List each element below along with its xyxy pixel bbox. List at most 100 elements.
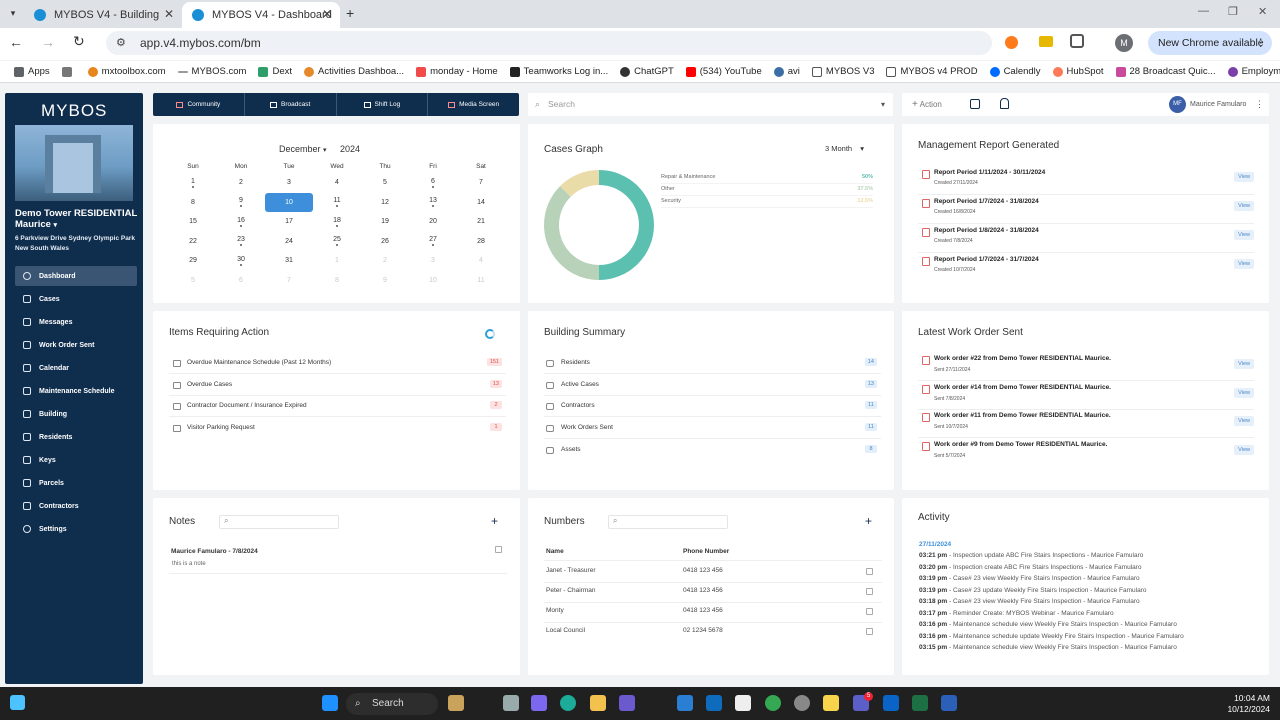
number-row[interactable]: Monty 0418 123 456 [544, 604, 882, 622]
outlook-icon[interactable] [706, 695, 722, 711]
view-work-order-button[interactable]: View [1234, 416, 1254, 427]
calendar-day[interactable]: 22 [169, 232, 217, 252]
calendar-day[interactable]: 8 [313, 271, 361, 291]
megaphone-icon[interactable] [970, 99, 980, 109]
new-chrome-available-button[interactable]: New Chrome available ⋮ [1148, 31, 1272, 55]
chrome-icon[interactable] [765, 695, 781, 711]
calendar-day[interactable]: 3 [409, 251, 457, 271]
word-icon[interactable] [941, 695, 957, 711]
bookmark-mybos-v3[interactable]: MYBOS V3 [811, 66, 874, 77]
bookmark-hubspot[interactable]: HubSpot [1052, 66, 1104, 77]
sidebar-item-work-order-sent[interactable]: Work Order Sent [15, 335, 137, 355]
work-order-row[interactable]: Work order #22 from Demo Tower RESIDENTI… [918, 355, 1254, 381]
calendar-day[interactable]: 28 [457, 232, 505, 252]
bookmark-mybos[interactable]: MYBOS.com [177, 66, 246, 77]
close-tab-icon[interactable]: ✕ [322, 7, 332, 21]
notepad-icon[interactable] [735, 695, 751, 711]
donut-slice-other[interactable] [544, 186, 599, 280]
calendar-day[interactable]: 7 [457, 173, 505, 193]
calendar-day[interactable]: 17 [265, 212, 313, 232]
user-menu-icon[interactable]: ⋮ [1255, 93, 1264, 116]
number-checkbox[interactable] [866, 568, 873, 575]
new-tab-icon[interactable]: + [346, 5, 354, 21]
taskbar-clock[interactable]: 10:04 AM 10/12/2024 [1206, 693, 1270, 715]
calendar-day[interactable]: 7 [265, 271, 313, 291]
sidebar-item-calendar[interactable]: Calendar [15, 358, 137, 378]
report-row[interactable]: Report Period 1/7/2024 - 31/7/2024 Create… [918, 255, 1254, 281]
tab-dashboard[interactable]: MYBOS V4 - Dashboard ✕ [182, 2, 340, 28]
bookmark-mxtoolbox[interactable]: mxtoolbox.com [87, 66, 166, 77]
extension-folder-icon[interactable] [1039, 36, 1053, 47]
back-icon[interactable]: ← [9, 34, 23, 50]
calendar-day[interactable]: 25 [313, 232, 361, 252]
bookmark-teamworks[interactable]: Teamworks Log in... [509, 66, 608, 77]
numbers-search-input[interactable]: ⌕ [608, 515, 728, 529]
calendar-day[interactable]: 21 [457, 212, 505, 232]
chevron-down-icon[interactable]: ▾ [881, 93, 885, 116]
number-checkbox[interactable] [866, 628, 873, 635]
action-button[interactable]: + Action [912, 93, 942, 116]
calendar-day[interactable]: 2 [217, 173, 265, 193]
bookmark-youtube[interactable]: (534) YouTube [685, 66, 762, 77]
calendar-day[interactable]: 20 [409, 212, 457, 232]
calendar-day[interactable]: 4 [457, 251, 505, 271]
calendar-day[interactable]: 10 [409, 271, 457, 291]
site-info-icon[interactable]: ⚙ [116, 31, 126, 55]
file-explorer-icon[interactable] [590, 695, 606, 711]
calendar-day[interactable]: 6 [409, 173, 457, 193]
calendar-day[interactable]: 18 [313, 212, 361, 232]
calendar-day[interactable]: 24 [265, 232, 313, 252]
topnav-media-screen[interactable]: Media Screen [428, 93, 519, 116]
sidebar-item-dashboard[interactable]: Dashboard [15, 266, 137, 286]
topnav-shift-log[interactable]: Shift Log [337, 93, 429, 116]
month-select[interactable]: December ▾ [279, 144, 327, 154]
user-name[interactable]: Maurice Famularo [1190, 93, 1246, 116]
calendar-day[interactable]: 4 [313, 173, 361, 193]
calendar-day[interactable]: 9 [361, 271, 409, 291]
sidebar-item-contractors[interactable]: Contractors [15, 496, 137, 516]
view-report-button[interactable]: View [1234, 172, 1254, 182]
taskbar-search[interactable]: ⌕ Search [346, 693, 438, 715]
work-order-row[interactable]: Work order #14 from Demo Tower RESIDENTI… [918, 384, 1254, 410]
calendar-day[interactable]: 6 [217, 271, 265, 291]
notes-search-input[interactable]: ⌕ [219, 515, 339, 529]
widgets-icon[interactable] [448, 695, 464, 711]
calendar-day[interactable]: 12 [361, 193, 409, 213]
number-checkbox[interactable] [866, 588, 873, 595]
bookmark-avi[interactable]: avi [773, 66, 800, 77]
edge-icon[interactable] [560, 695, 576, 711]
number-row[interactable]: Local Council 02 1234 5678 [544, 624, 882, 642]
sidebar-item-building[interactable]: Building [15, 404, 137, 424]
bell-icon[interactable] [1000, 98, 1009, 109]
sticky-notes-icon[interactable] [823, 695, 839, 711]
add-number-icon[interactable]: + [865, 514, 872, 528]
report-row[interactable]: Report Period 1/8/2024 - 31/8/2024 Create… [918, 226, 1254, 252]
mail-icon[interactable] [677, 695, 693, 711]
work-order-row[interactable]: Work order #9 from Demo Tower RESIDENTIA… [918, 441, 1254, 467]
sidebar-item-keys[interactable]: Keys [15, 450, 137, 470]
property-name[interactable]: Demo Tower RESIDENTIAL Maurice ▾ [15, 208, 143, 231]
view-report-button[interactable]: View [1234, 259, 1254, 269]
note-checkbox[interactable] [495, 546, 502, 553]
calendar-day[interactable]: 11 [313, 193, 361, 213]
tab-list-chevron-icon[interactable]: ▾ [6, 6, 20, 20]
outlook-new-icon[interactable] [883, 695, 899, 711]
calendar-day[interactable]: 10 [265, 192, 313, 212]
calendar-day[interactable]: 15 [169, 212, 217, 232]
number-row[interactable]: Janet - Treasurer 0418 123 456 [544, 564, 882, 582]
view-work-order-button[interactable]: View [1234, 445, 1254, 456]
close-window-icon[interactable]: ✕ [1258, 5, 1267, 18]
calendar-day[interactable]: 3 [265, 173, 313, 193]
number-row[interactable]: Peter - Chairman 0418 123 456 [544, 584, 882, 602]
user-avatar[interactable]: MF [1169, 96, 1186, 113]
tab-building[interactable]: MYBOS V4 - Building ✕ [24, 2, 182, 28]
topnav-broadcast[interactable]: Broadcast [245, 93, 337, 116]
minimize-icon[interactable]: — [1198, 5, 1209, 17]
extensions-icon[interactable] [1070, 34, 1084, 48]
calendar-day[interactable]: 1 [313, 251, 361, 271]
bookmark-activities[interactable]: Activities Dashboa... [304, 66, 404, 77]
sidebar-item-maintenance-schedule[interactable]: Maintenance Schedule [15, 381, 137, 401]
bookmark-chatgpt[interactable]: ChatGPT [620, 66, 674, 77]
calendar-day[interactable]: 26 [361, 232, 409, 252]
calendar-day[interactable]: 16 [217, 212, 265, 232]
